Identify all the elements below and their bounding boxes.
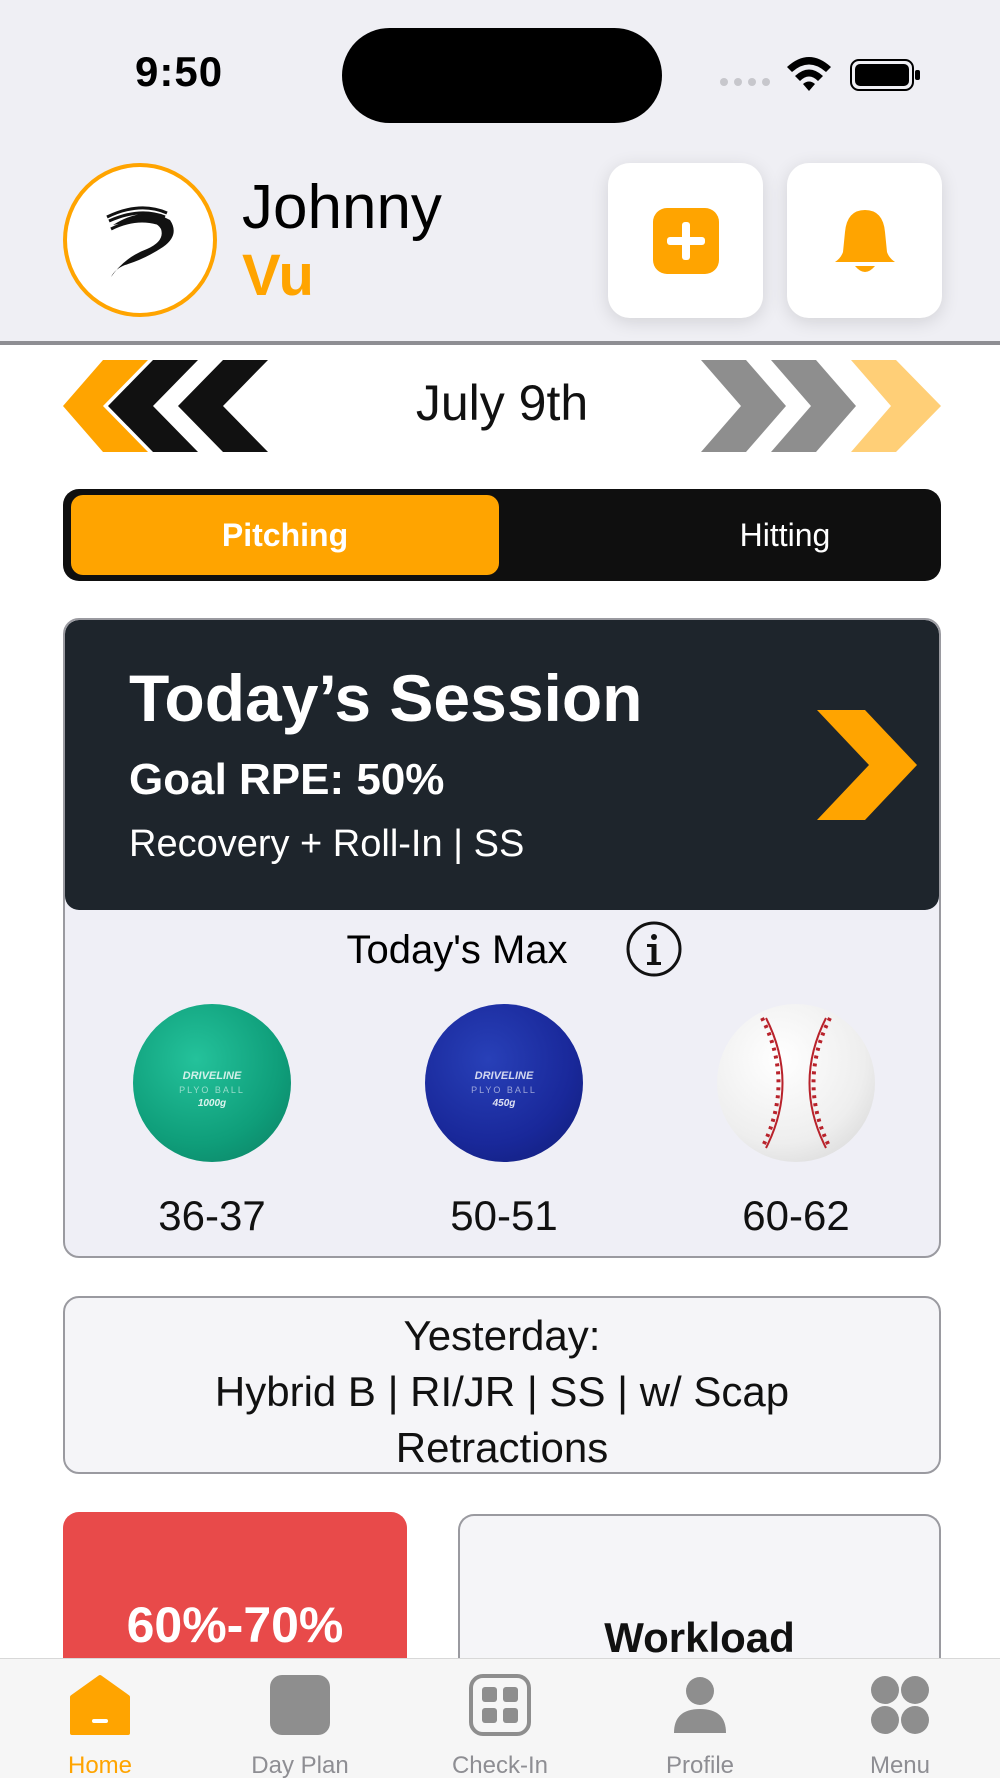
session-goal: Goal RPE: 50%: [129, 755, 445, 804]
next-date-chevrons-icon[interactable]: [701, 360, 941, 452]
info-icon[interactable]: [625, 920, 683, 978]
session-header[interactable]: Today’s Session Goal RPE: 50% Recovery +…: [65, 620, 939, 910]
tab-label: Check-In: [451, 1752, 549, 1778]
todays-session-card: Today’s Session Goal RPE: 50% Recovery +…: [63, 618, 941, 1258]
notifications-button[interactable]: [787, 163, 942, 318]
chevron-right-icon[interactable]: [817, 710, 917, 820]
tab-hitting[interactable]: Hitting: [571, 495, 999, 575]
ball-brand: DRIVELINE: [182, 1070, 242, 1082]
team-logo[interactable]: [63, 163, 217, 317]
tab-check-in[interactable]: Check-In: [430, 1673, 570, 1778]
date-navigator: July 9th: [63, 360, 941, 452]
dynamic-island: [342, 28, 662, 123]
status-time: 9:50: [135, 48, 224, 95]
header-area: 9:50 Johnny Vu: [0, 0, 1000, 345]
check-in-icon: [469, 1674, 531, 1736]
tab-home[interactable]: Home: [30, 1673, 170, 1778]
ball-brand: DRIVELINE: [474, 1070, 534, 1082]
profile-icon: [674, 1677, 726, 1733]
user-first-name: Johnny: [242, 173, 442, 242]
ball-weight: 450g: [492, 1098, 516, 1109]
velo-range-baseball: 60-62: [742, 1192, 850, 1239]
cellular-signal-icon: [720, 78, 770, 86]
tab-label: Profile: [665, 1752, 735, 1778]
yesterday-session: Hybrid B | RI/JR | SS | w/ Scap: [214, 1368, 790, 1415]
tab-label: Menu: [869, 1752, 931, 1778]
yesterday-session-cont: Retractions: [395, 1424, 609, 1471]
rpe-range-value: 60%-70%: [126, 1597, 344, 1653]
tab-profile[interactable]: Profile: [630, 1673, 770, 1778]
wifi-icon: [787, 57, 831, 91]
tab-bar: Home Day Plan Check-In Profile Menu: [0, 1658, 1000, 1778]
ball-type: PLYO BALL: [179, 1085, 245, 1095]
plyo-ball-1000g: [133, 1004, 291, 1162]
tab-label: Day Plan: [251, 1752, 349, 1778]
battery-icon: [850, 59, 920, 91]
workload-label: Workload: [604, 1614, 795, 1661]
baseball: [717, 1004, 875, 1162]
yesterday-card[interactable]: Yesterday: Hybrid B | RI/JR | SS | w/ Sc…: [63, 1296, 941, 1474]
workload-card[interactable]: Workload: [458, 1514, 941, 1674]
menu-icon: [871, 1676, 929, 1734]
pitching-hitting-toggle: Pitching Hitting: [63, 489, 941, 581]
ball-type: PLYO BALL: [471, 1085, 537, 1095]
rpe-range-card[interactable]: 60%-70%: [63, 1512, 407, 1672]
plyo-ball-450g: [425, 1004, 583, 1162]
home-icon: [70, 1675, 130, 1735]
tab-day-plan[interactable]: Day Plan: [230, 1673, 370, 1778]
session-title: Today’s Session: [129, 661, 643, 735]
driveline-logo-icon: [106, 206, 174, 277]
ball-weight: 1000g: [197, 1098, 227, 1109]
yesterday-heading: Yesterday:: [403, 1312, 601, 1359]
tab-pitching[interactable]: Pitching: [71, 495, 499, 575]
add-button[interactable]: [608, 163, 763, 318]
baseball-icon: [760, 1017, 832, 1149]
day-plan-icon: [270, 1675, 330, 1735]
user-last-name: Vu: [242, 243, 314, 308]
velo-range-450g: 50-51: [450, 1192, 558, 1239]
todays-max-title: Today's Max: [346, 928, 568, 972]
session-subtitle: Recovery + Roll-In | SS: [129, 823, 525, 865]
tab-menu[interactable]: Menu: [830, 1673, 970, 1778]
bell-icon: [834, 209, 895, 272]
velo-range-1000g: 36-37: [158, 1192, 266, 1239]
plus-icon: [652, 207, 719, 274]
tab-label: Home: [67, 1752, 133, 1778]
